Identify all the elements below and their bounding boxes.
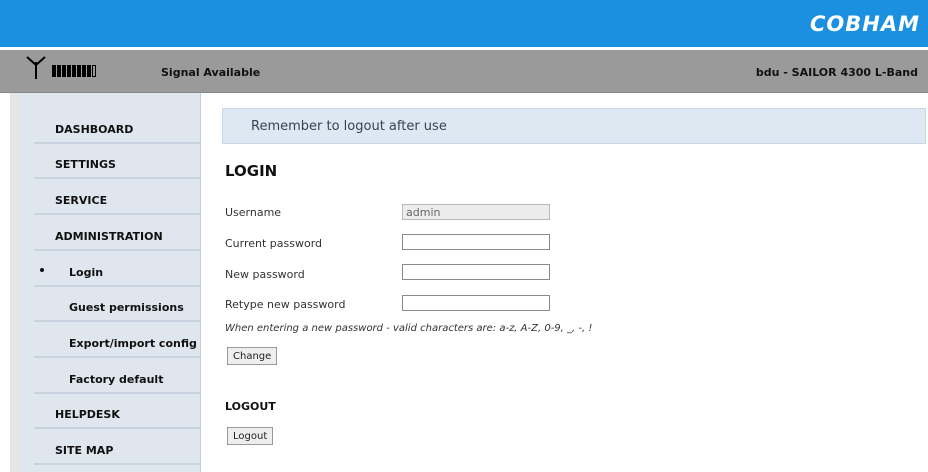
sidebar-item-factory-default[interactable]: Factory default — [34, 359, 200, 394]
current-password-label: Current password — [225, 237, 323, 250]
sidebar-item-label: Factory default — [69, 373, 164, 386]
sidebar-item-label: ADMINISTRATION — [55, 230, 163, 243]
sidebar-item-label: HELPDESK — [55, 408, 120, 421]
signal-bar — [77, 65, 81, 77]
top-banner: COBHAM — [0, 0, 928, 47]
sidebar-item-guest-permissions[interactable]: Guest permissions — [34, 287, 200, 322]
sidebar-item-label: SERVICE — [55, 194, 108, 207]
current-item-bullet — [40, 268, 44, 272]
signal-bar — [62, 65, 66, 77]
left-margin-strip — [10, 93, 20, 472]
password-hint: When entering a new password - valid cha… — [225, 323, 593, 334]
signal-bar-empty — [92, 65, 96, 77]
username-label: Username — [225, 206, 282, 219]
sidebar-item-label: Export/import config — [69, 337, 197, 350]
current-password-field[interactable] — [402, 234, 550, 250]
logout-reminder-notice: Remember to logout after use — [222, 108, 926, 144]
sidebar-item-helpdesk[interactable]: HELPDESK — [34, 394, 200, 429]
sidebar-item-service[interactable]: SERVICE — [34, 180, 200, 215]
sidebar-item-settings[interactable]: SETTINGS — [34, 144, 200, 179]
signal-bar — [72, 65, 76, 77]
brand-logo: COBHAM — [810, 12, 920, 36]
username-field — [402, 204, 550, 220]
sidebar-item-label: SITE MAP — [55, 444, 114, 457]
sidebar-nav: DASHBOARD SETTINGS SERVICE ADMINISTRATIO… — [20, 93, 201, 472]
new-password-label: New password — [225, 268, 305, 281]
sidebar-item-label: SETTINGS — [55, 158, 116, 171]
logout-section-title: LOGOUT — [225, 400, 276, 413]
sidebar-item-dashboard[interactable]: DASHBOARD — [34, 109, 200, 144]
signal-status: Signal Available — [161, 66, 261, 79]
signal-bar — [82, 65, 86, 77]
signal-strength-bars — [52, 65, 96, 77]
device-name: bdu - SAILOR 4300 L-Band — [755, 66, 918, 79]
sidebar-item-administration[interactable]: ADMINISTRATION — [34, 216, 200, 251]
retype-password-field[interactable] — [402, 295, 550, 311]
retype-password-label: Retype new password — [225, 298, 346, 311]
signal-bar — [67, 65, 71, 77]
sidebar-item-login[interactable]: Login — [34, 252, 200, 287]
login-section-title: LOGIN — [225, 162, 278, 180]
new-password-field[interactable] — [402, 264, 550, 280]
signal-bar — [52, 65, 56, 77]
signal-bar — [87, 65, 91, 77]
sidebar-item-site-map[interactable]: SITE MAP — [34, 430, 200, 465]
change-button[interactable]: Change — [227, 347, 278, 365]
signal-bar — [57, 65, 61, 77]
logout-button[interactable]: Logout — [227, 427, 274, 445]
antenna-icon — [26, 56, 46, 79]
sidebar-item-label: Guest permissions — [69, 301, 184, 314]
sidebar-item-export-import-config[interactable]: Export/import config — [34, 323, 200, 358]
sidebar-item-label: Login — [69, 266, 104, 279]
sidebar-item-label: DASHBOARD — [55, 123, 134, 136]
